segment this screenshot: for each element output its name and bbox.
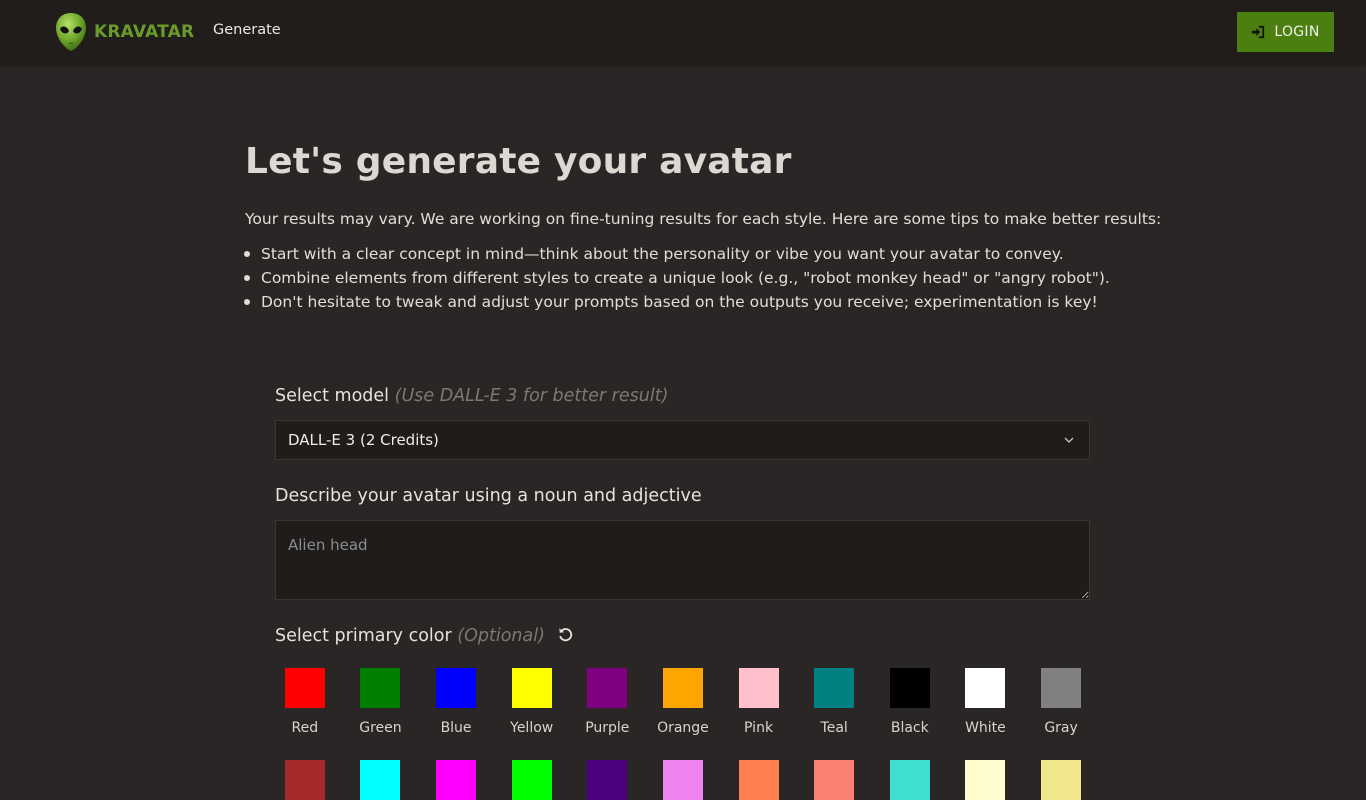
login-label: LOGIN bbox=[1274, 24, 1320, 40]
intro-text: Your results may vary. We are working on… bbox=[245, 210, 1162, 228]
color-option[interactable] bbox=[267, 760, 343, 800]
color-option-orange[interactable]: Orange bbox=[645, 668, 721, 736]
model-label-text: Select model bbox=[275, 386, 390, 406]
tip-item: Start with a clear concept in mind—think… bbox=[244, 242, 1141, 266]
color-swatch[interactable] bbox=[965, 760, 1006, 800]
color-option-red[interactable]: Red bbox=[267, 668, 343, 736]
color-swatch[interactable] bbox=[511, 668, 552, 708]
color-option-black[interactable]: Black bbox=[872, 668, 948, 736]
color-swatch-label: Blue bbox=[440, 720, 472, 736]
color-option[interactable] bbox=[570, 760, 646, 800]
color-swatch-label: Gray bbox=[1044, 720, 1078, 736]
model-select[interactable]: DALL-E 3 (2 Credits) bbox=[275, 420, 1090, 460]
color-swatch[interactable] bbox=[965, 668, 1006, 708]
color-swatch[interactable] bbox=[738, 760, 779, 800]
nav-link-generate[interactable]: Generate bbox=[213, 22, 281, 38]
color-swatch-label: Black bbox=[890, 720, 929, 736]
color-swatch[interactable] bbox=[436, 760, 477, 800]
color-option[interactable] bbox=[418, 760, 494, 800]
color-swatch[interactable] bbox=[738, 668, 779, 708]
color-swatch[interactable] bbox=[360, 668, 401, 708]
tips-list: Start with a clear concept in mind—think… bbox=[244, 242, 1141, 314]
top-navbar: KRAVATAR Generate LOGIN bbox=[0, 0, 1366, 64]
color-option[interactable] bbox=[872, 760, 948, 800]
color-option-blue[interactable]: Blue bbox=[418, 668, 494, 736]
color-swatch[interactable] bbox=[662, 668, 703, 708]
color-swatch-label: Orange bbox=[657, 720, 709, 736]
color-option[interactable] bbox=[721, 760, 797, 800]
tip-item: Don't hesitate to tweak and adjust your … bbox=[244, 290, 1141, 314]
color-swatch[interactable] bbox=[662, 760, 703, 800]
color-swatch[interactable] bbox=[587, 668, 628, 708]
color-swatch-label: Pink bbox=[744, 720, 774, 736]
color-option[interactable] bbox=[494, 760, 570, 800]
primary-color-label: Select primary color (Optional) bbox=[275, 626, 574, 646]
brand-name: KRAVATAR bbox=[94, 22, 195, 42]
color-swatch-row bbox=[267, 760, 1099, 800]
color-swatch[interactable] bbox=[284, 760, 325, 800]
color-option[interactable] bbox=[645, 760, 721, 800]
color-swatch-label: White bbox=[965, 720, 1006, 736]
color-swatch[interactable] bbox=[360, 760, 401, 800]
color-option-purple[interactable]: Purple bbox=[570, 668, 646, 736]
alien-logo-icon bbox=[56, 13, 86, 51]
color-swatch[interactable] bbox=[814, 668, 855, 708]
color-hint: (Optional) bbox=[457, 626, 545, 646]
color-swatch-label: Purple bbox=[585, 720, 630, 736]
color-option-green[interactable]: Green bbox=[343, 668, 419, 736]
chevron-down-icon bbox=[1064, 437, 1074, 443]
reset-icon[interactable] bbox=[557, 626, 574, 643]
color-option-gray[interactable]: Gray bbox=[1023, 668, 1099, 736]
color-label-text: Select primary color bbox=[275, 626, 452, 646]
color-option-white[interactable]: White bbox=[948, 668, 1024, 736]
page-title: Let's generate your avatar bbox=[245, 141, 792, 182]
sign-in-icon bbox=[1252, 25, 1265, 39]
model-select-value: DALL-E 3 (2 Credits) bbox=[288, 431, 439, 449]
color-option-pink[interactable]: Pink bbox=[721, 668, 797, 736]
color-option-teal[interactable]: Teal bbox=[796, 668, 872, 736]
color-swatch[interactable] bbox=[814, 760, 855, 800]
model-label: Select model (Use DALL-E 3 for better re… bbox=[275, 386, 668, 406]
color-option-yellow[interactable]: Yellow bbox=[494, 668, 570, 736]
description-label: Describe your avatar using a noun and ad… bbox=[275, 486, 702, 506]
color-option[interactable] bbox=[796, 760, 872, 800]
color-swatch-label: Green bbox=[359, 720, 402, 736]
color-swatch[interactable] bbox=[436, 668, 477, 708]
color-swatch-label: Teal bbox=[820, 720, 848, 736]
tip-item: Combine elements from different styles t… bbox=[244, 266, 1141, 290]
color-swatch[interactable] bbox=[587, 760, 628, 800]
color-option[interactable] bbox=[343, 760, 419, 800]
login-button[interactable]: LOGIN bbox=[1237, 12, 1334, 52]
color-swatch[interactable] bbox=[1041, 668, 1082, 708]
color-swatch[interactable] bbox=[1041, 760, 1082, 800]
brand-link[interactable]: KRAVATAR bbox=[55, 12, 194, 52]
color-swatch[interactable] bbox=[284, 668, 325, 708]
color-swatch[interactable] bbox=[889, 668, 930, 708]
color-swatch-label: Yellow bbox=[510, 720, 554, 736]
model-hint: (Use DALL-E 3 for better result) bbox=[394, 386, 669, 406]
color-option[interactable] bbox=[948, 760, 1024, 800]
color-option[interactable] bbox=[1023, 760, 1099, 800]
color-swatch-row: Red Green Blue Yellow Purple Orange Pink Teal Bl… bbox=[267, 668, 1099, 736]
color-swatch[interactable] bbox=[511, 760, 552, 800]
color-swatch[interactable] bbox=[889, 760, 930, 800]
avatar-description-input[interactable] bbox=[275, 520, 1090, 600]
color-swatch-label: Red bbox=[291, 720, 319, 736]
